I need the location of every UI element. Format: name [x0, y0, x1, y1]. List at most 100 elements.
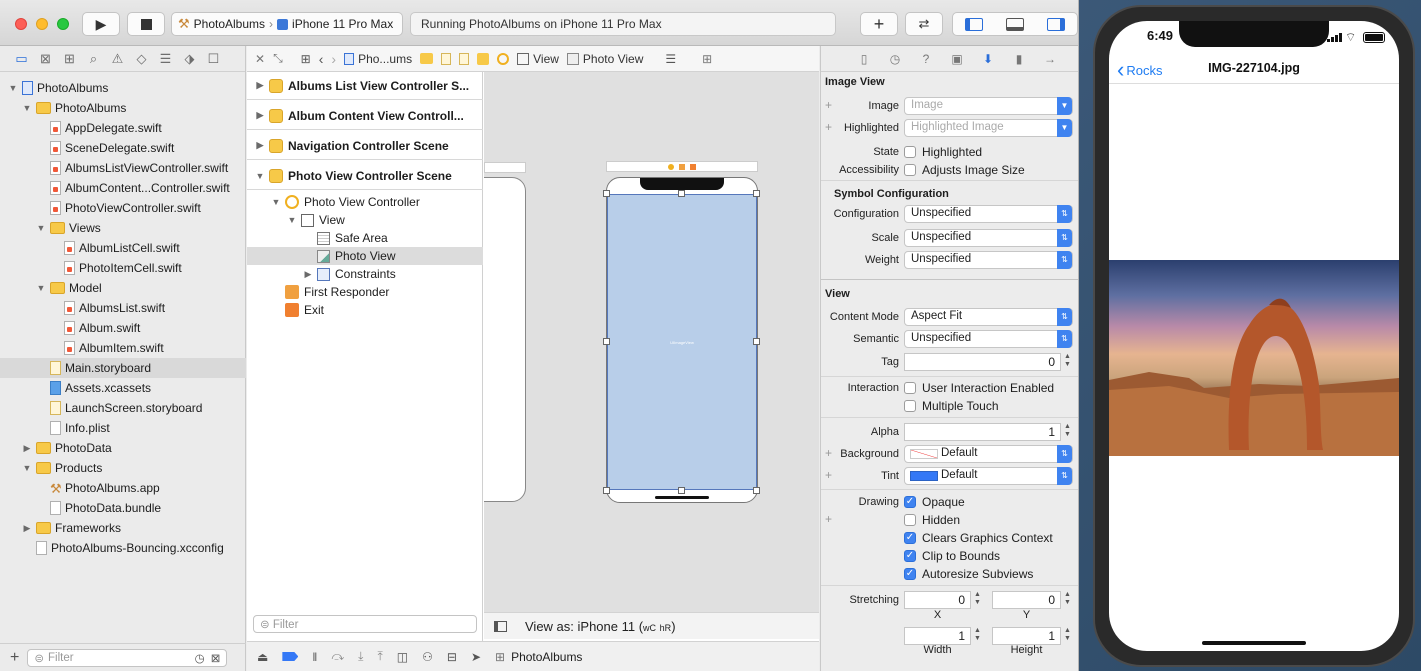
disclosure-open-icon[interactable]: ▼ — [255, 171, 265, 181]
scale-popup[interactable]: Unspecified ⇅ — [904, 229, 1073, 247]
folder-icon[interactable]: ▭ — [14, 51, 29, 66]
related-items-icon[interactable]: ⊞ — [301, 52, 311, 66]
tag-stepper[interactable]: ▲ ▼ — [1063, 353, 1072, 371]
outline-filter-field[interactable]: ⊜ Filter — [253, 615, 477, 633]
attributes-inspector-icon[interactable]: ⬇ — [979, 52, 997, 66]
symbol-icon[interactable]: ⊞ — [62, 51, 77, 66]
tree-item[interactable]: AlbumsListViewController.swift — [0, 158, 246, 178]
tree-item[interactable]: PhotoAlbums-Bouncing.xcconfig — [0, 538, 246, 558]
previous-scene-device[interactable] — [484, 177, 526, 502]
resize-handle-ml[interactable] — [603, 338, 610, 345]
stretch-width-field[interactable]: 1 — [904, 627, 971, 645]
resize-handle-tr[interactable] — [753, 190, 760, 197]
view-as-label[interactable]: View as: iPhone 11 (wC hR) — [525, 619, 676, 634]
semantic-popup[interactable]: Unspecified ⇅ — [904, 330, 1073, 348]
environment-icon[interactable]: ⊟ — [447, 650, 457, 664]
outline-item[interactable]: ▼ Photo View Controller — [247, 193, 483, 211]
alpha-stepper[interactable]: ▲ ▼ — [1063, 423, 1072, 441]
tree-item[interactable]: ▶ Frameworks — [0, 518, 246, 538]
tree-item[interactable]: ⚒ PhotoAlbums.app — [0, 478, 246, 498]
disclosure-closed-icon[interactable]: ▶ — [303, 269, 313, 280]
tree-item[interactable]: Assets.xcassets — [0, 378, 246, 398]
tree-item[interactable]: ▼ PhotoAlbums — [0, 78, 246, 98]
outline-scene[interactable]: ▶ Album Content View Controll... — [247, 102, 483, 130]
user-interaction-checkbox[interactable] — [904, 382, 916, 394]
vc-dock-icon[interactable] — [668, 163, 674, 170]
crumb-folder-icon[interactable] — [420, 53, 434, 64]
disclosure-open-icon[interactable]: ▼ — [36, 283, 46, 293]
close-window-button[interactable] — [15, 18, 27, 30]
debug-toggle-icon[interactable] — [1005, 17, 1024, 31]
close-editor-icon[interactable]: ✕ — [255, 52, 265, 66]
outline-lines-icon[interactable]: ☰ — [665, 52, 676, 66]
search-icon[interactable]: ⌕ — [86, 51, 101, 66]
outline-item[interactable]: ▼ View — [247, 211, 483, 229]
highlighted-checkbox-row[interactable]: Highlighted — [904, 145, 982, 159]
crumb-vc-icon[interactable] — [497, 52, 510, 65]
outline-scene[interactable]: ▼ Photo View Controller Scene — [247, 162, 483, 190]
weight-popup[interactable]: Unspecified ⇅ — [904, 251, 1073, 269]
photo-image[interactable] — [1109, 260, 1399, 456]
resize-handle-mr[interactable] — [753, 338, 760, 345]
add-icon[interactable]: + — [10, 649, 19, 667]
clip-bounds-checkbox-row[interactable]: ✓ Clip to Bounds — [904, 549, 1000, 563]
navigator-toggle-icon[interactable] — [964, 17, 983, 31]
outline-toggle-icon[interactable] — [494, 620, 507, 632]
outline-item[interactable]: Photo View — [247, 247, 483, 265]
tag-field[interactable]: 0 — [904, 353, 1061, 371]
stop-button[interactable] — [127, 12, 165, 36]
tree-item[interactable]: Info.plist — [0, 418, 246, 438]
debug-target-label[interactable]: PhotoAlbums — [511, 650, 582, 664]
breakpoint-icon[interactable]: ⬗ — [182, 51, 197, 66]
add-variation-icon[interactable]: + — [825, 120, 832, 134]
user-interaction-checkbox-row[interactable]: User Interaction Enabled — [904, 381, 1054, 395]
forward-arrow-icon[interactable]: › — [331, 51, 336, 67]
tree-item[interactable]: PhotoViewController.swift — [0, 198, 246, 218]
stretch-height-field[interactable]: 1 — [992, 627, 1061, 645]
adjusts-size-checkbox-row[interactable]: Adjusts Image Size — [904, 163, 1025, 177]
image-combo[interactable]: Image ▼ — [904, 97, 1073, 115]
disclosure-open-icon[interactable]: ▼ — [271, 197, 281, 207]
tree-item[interactable]: Main.storyboard — [0, 358, 246, 378]
autoresize-checkbox-row[interactable]: ✓ Autoresize Subviews — [904, 567, 1033, 581]
collapse-icon[interactable]: ⤡ — [273, 51, 283, 66]
crumb-storyboard-icon[interactable] — [441, 52, 452, 65]
add-variation-icon[interactable]: + — [825, 98, 832, 112]
simulator-screen[interactable]: 6:49 ⌔ ‹ Rocks IMG-227104.jpg — [1109, 21, 1399, 651]
stretch-x-field[interactable]: 0 — [904, 591, 971, 609]
step-over-icon[interactable]: ⤼ — [331, 649, 344, 664]
resize-handle-br[interactable] — [753, 487, 760, 494]
background-popup[interactable]: Default ⇅ — [904, 445, 1073, 463]
resize-handle-tm[interactable] — [678, 190, 685, 197]
tree-item[interactable]: SceneDelegate.swift — [0, 138, 246, 158]
step-in-icon[interactable]: ⤓ — [358, 649, 363, 664]
outline-item[interactable]: Exit — [247, 301, 483, 319]
clears-context-checkbox-row[interactable]: ✓ Clears Graphics Context — [904, 531, 1053, 545]
scheme-selector[interactable]: ⚒ PhotoAlbums › iPhone 11 Pro Max — [171, 12, 403, 36]
crumb-storyboard2-icon[interactable] — [459, 52, 470, 65]
exit-dock-icon[interactable] — [690, 163, 696, 170]
clip-bounds-checkbox[interactable]: ✓ — [904, 550, 916, 562]
size-inspector-icon[interactable]: ▮ — [1010, 52, 1028, 66]
stretch-y-field[interactable]: 0 — [992, 591, 1061, 609]
tree-item[interactable]: ▼ Products — [0, 458, 246, 478]
hidden-checkbox[interactable] — [904, 514, 916, 526]
opaque-checkbox-row[interactable]: ✓ Opaque — [904, 495, 965, 509]
history-inspector-icon[interactable]: ◷ — [886, 52, 904, 66]
outline-scene[interactable]: ▶ Navigation Controller Scene — [247, 132, 483, 160]
tree-item[interactable]: ▼ Views — [0, 218, 246, 238]
tree-item[interactable]: PhotoItemCell.swift — [0, 258, 246, 278]
outline-item[interactable]: First Responder — [247, 283, 483, 301]
minimize-window-button[interactable] — [36, 18, 48, 30]
content-mode-popup[interactable]: Aspect Fit ⇅ — [904, 308, 1073, 326]
resize-handle-tl[interactable] — [603, 190, 610, 197]
navigator-filter-field[interactable]: ⊜ Filter ◷ ⊠ — [27, 648, 228, 667]
crumb-scene-icon[interactable] — [477, 52, 490, 65]
inspector-toggle-icon[interactable] — [1047, 17, 1066, 31]
opaque-checkbox[interactable]: ✓ — [904, 496, 916, 508]
disclosure-open-icon[interactable]: ▼ — [22, 463, 32, 473]
add-editor-icon[interactable]: ⊞ — [702, 52, 712, 66]
tree-item[interactable]: PhotoData.bundle — [0, 498, 246, 518]
storyboard-canvas[interactable]: UIImageView — [484, 72, 819, 612]
disclosure-closed-icon[interactable]: ▶ — [255, 140, 265, 151]
